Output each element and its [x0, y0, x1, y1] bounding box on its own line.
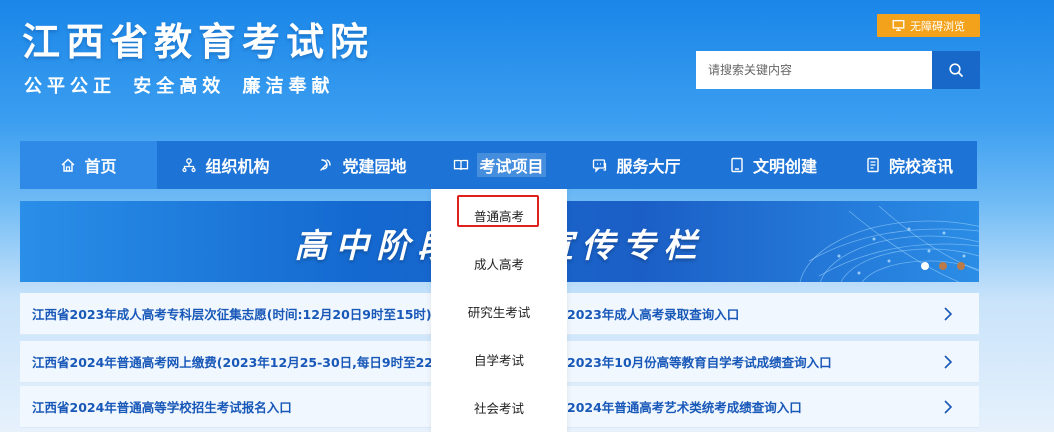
news-row[interactable]: 2023年10月份高等教育自学考试成绩查询入口: [567, 341, 979, 383]
dropdown-item-social-exam[interactable]: 社会考试: [431, 398, 567, 417]
news-link[interactable]: 2023年10月份高等教育自学考试成绩查询入口: [567, 352, 832, 371]
news-row[interactable]: 2024年普通高考艺术类统考成绩查询入口: [567, 386, 979, 428]
nav-item-organization[interactable]: 组织机构: [157, 141, 294, 189]
party-icon: [320, 159, 332, 171]
carousel-dot[interactable]: [957, 262, 965, 270]
chevron-right-icon: [944, 355, 953, 369]
nav-label-news: 院校资讯: [888, 157, 953, 176]
org-chart-icon: [182, 158, 197, 173]
nav-label-home: 首页: [84, 157, 117, 176]
monitor-icon: [892, 19, 905, 32]
carousel-dot[interactable]: [939, 262, 947, 270]
home-icon: [62, 158, 75, 172]
nav-label-exams: 考试项目: [477, 153, 546, 177]
document-icon: [867, 157, 879, 173]
exams-dropdown-menu: 普通高考 成人高考 研究生考试 自学考试 社会考试: [431, 189, 567, 432]
accessibility-label: 无障碍浏览: [910, 19, 965, 33]
site-slogan: 公平公正 安全高效 廉洁奉献: [24, 76, 335, 97]
search-box: [696, 51, 980, 89]
news-row[interactable]: 2023年成人高考录取查询入口: [567, 293, 979, 335]
nav-item-home[interactable]: 首页: [20, 141, 157, 189]
carousel-dot[interactable]: [921, 262, 929, 270]
nav-item-service[interactable]: 服务大厅: [568, 141, 705, 189]
chevron-right-icon: [944, 307, 953, 321]
nav-item-party[interactable]: 党建园地: [294, 141, 431, 189]
nav-label-organization: 组织机构: [205, 157, 270, 176]
news-link[interactable]: 江西省2024年普通高等学校招生考试报名入口: [32, 397, 292, 416]
nav-item-civilization[interactable]: 文明创建: [705, 141, 841, 189]
nav-label-party: 党建园地: [342, 157, 407, 176]
news-row[interactable]: 江西省2024年普通高等学校招生考试报名入口: [20, 386, 432, 428]
tablet-icon: [731, 157, 743, 173]
news-link[interactable]: 2024年普通高考艺术类统考成绩查询入口: [567, 397, 802, 416]
dropdown-item-self-study-exam[interactable]: 自学考试: [431, 350, 567, 369]
news-link[interactable]: 江西省2024年普通高考网上缴费(2023年12月25-30日,每日9时至22时: [32, 352, 432, 371]
chat-icon: [593, 159, 607, 173]
news-link[interactable]: 2023年成人高考录取查询入口: [567, 304, 739, 323]
news-row[interactable]: 江西省2024年普通高考网上缴费(2023年12月25-30日,每日9时至22时: [20, 341, 432, 383]
nav-item-exams[interactable]: 考试项目: [431, 141, 568, 189]
dropdown-item-gaokao[interactable]: 普通高考: [431, 206, 567, 225]
main-nav: 首页 组织机构 党建园地 考试项目 服务大厅 文明创建 院校资讯: [20, 141, 977, 189]
dropdown-item-graduate-exam[interactable]: 研究生考试: [431, 302, 567, 321]
book-icon: [454, 159, 469, 171]
nav-label-civilization: 文明创建: [752, 157, 817, 176]
search-input[interactable]: [696, 51, 932, 89]
nav-label-service: 服务大厅: [616, 157, 681, 176]
chevron-right-icon: [944, 400, 953, 414]
search-button[interactable]: [932, 51, 980, 89]
news-link[interactable]: 江西省2023年成人高考专科层次征集志愿(时间:12月20日9时至15时): [32, 304, 432, 323]
dropdown-item-adult-exam[interactable]: 成人高考: [431, 254, 567, 273]
news-row[interactable]: 江西省2023年成人高考专科层次征集志愿(时间:12月20日9时至15时): [20, 293, 432, 335]
nav-item-news[interactable]: 院校资讯: [841, 141, 977, 189]
carousel-dots: [921, 262, 965, 270]
site-title: 江西省教育考试院: [22, 20, 375, 64]
search-icon: [949, 63, 963, 77]
accessibility-button[interactable]: 无障碍浏览: [877, 14, 980, 37]
